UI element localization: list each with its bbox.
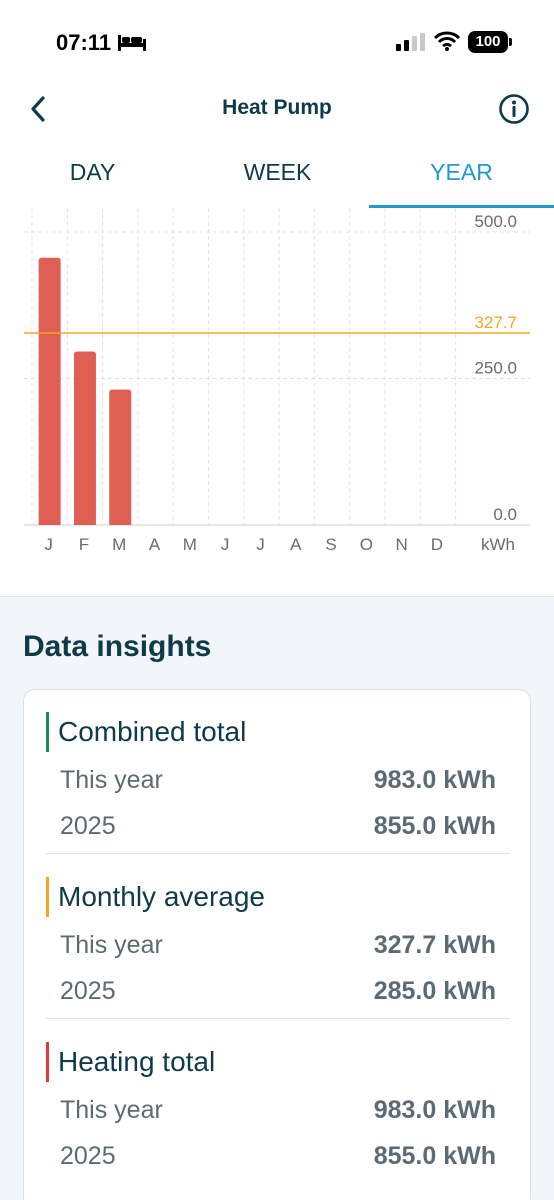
info-icon[interactable]: [498, 93, 530, 125]
average-line-label: 327.7: [474, 313, 517, 332]
heating-color-bar: [46, 1042, 49, 1082]
battery-level: 100: [475, 33, 501, 50]
navigation-bar: Heat Pump: [0, 84, 554, 134]
average-this-year-label: This year: [60, 931, 163, 959]
insight-section-title: Heating total: [46, 1042, 215, 1082]
average-2025-label: 2025: [60, 977, 116, 1005]
battery-tip: [509, 38, 512, 46]
tab-week[interactable]: WEEK: [185, 140, 370, 208]
cellular-signal-icon: [396, 33, 425, 51]
heating-2025-label: 2025: [60, 1142, 116, 1170]
x-tick-label: M: [112, 535, 126, 554]
x-tick-label: J: [221, 535, 230, 554]
insight-section-title: Combined total: [46, 712, 246, 752]
x-tick-label: S: [325, 535, 336, 554]
heating-total-title: Heating total: [58, 1046, 216, 1077]
page-title: Heat Pump: [222, 96, 332, 119]
combined-total-title: Combined total: [58, 716, 247, 747]
unit-label: kWh: [481, 535, 515, 554]
status-bar: 07:11 100: [0, 0, 554, 84]
tab-day[interactable]: DAY: [0, 140, 185, 208]
average-this-year-value: 327.7 kWh: [373, 931, 496, 959]
combined-2025-value: 855.0 kWh: [373, 812, 496, 840]
y-tick-label: 250.0: [474, 359, 517, 378]
insight-heating-total: Heating total This year 983.0 kWh 2025 8…: [46, 1020, 510, 1184]
y-tick-label: 0.0: [493, 505, 517, 524]
x-tick-label: O: [360, 535, 373, 554]
x-tick-label: M: [183, 535, 197, 554]
x-tick-label: A: [290, 535, 302, 554]
average-color-bar: [46, 877, 49, 917]
insight-monthly-average: Monthly average This year 327.7 kWh 2025…: [46, 855, 510, 1019]
insights-title: Data insights: [23, 630, 212, 663]
monthly-average-title: Monthly average: [58, 881, 266, 912]
combined-2025-label: 2025: [60, 812, 116, 840]
bar-M-2: [109, 389, 132, 525]
x-tick-label: J: [256, 535, 265, 554]
x-tick-label: J: [44, 535, 53, 554]
x-tick-label: D: [431, 535, 443, 554]
status-time: 07:11: [56, 30, 112, 55]
battery-indicator: 100: [468, 31, 508, 53]
insight-combined-total: Combined total This year 983.0 kWh 2025 …: [46, 690, 510, 854]
bar-J-0: [38, 257, 61, 525]
heating-2025-value: 855.0 kWh: [373, 1142, 496, 1170]
x-tick-label: A: [149, 535, 161, 554]
heating-this-year-value: 983.0 kWh: [373, 1096, 496, 1124]
heating-this-year-label: This year: [60, 1096, 163, 1124]
yearly-energy-bar-chart: 0.0 250.0 500.0 327.7 J F M A M J J A S O N DkWh: [24, 208, 530, 554]
combined-color-bar: [46, 712, 49, 752]
x-tick-label: F: [79, 535, 89, 554]
bar-F-1: [73, 351, 96, 525]
combined-this-year-label: This year: [60, 766, 163, 794]
average-2025-value: 285.0 kWh: [373, 977, 496, 1005]
insights-card: Combined total This year 983.0 kWh 2025 …: [23, 689, 531, 1200]
insight-section-title: Monthly average: [46, 877, 265, 917]
tab-year[interactable]: YEAR: [369, 140, 554, 208]
combined-this-year-value: 983.0 kWh: [373, 766, 496, 794]
wifi-icon: [434, 31, 460, 51]
period-tabs: DAY WEEK YEAR: [0, 140, 554, 208]
y-tick-label: 500.0: [474, 212, 517, 231]
sleep-bed-icon: [118, 35, 146, 51]
x-tick-label: N: [396, 535, 408, 554]
